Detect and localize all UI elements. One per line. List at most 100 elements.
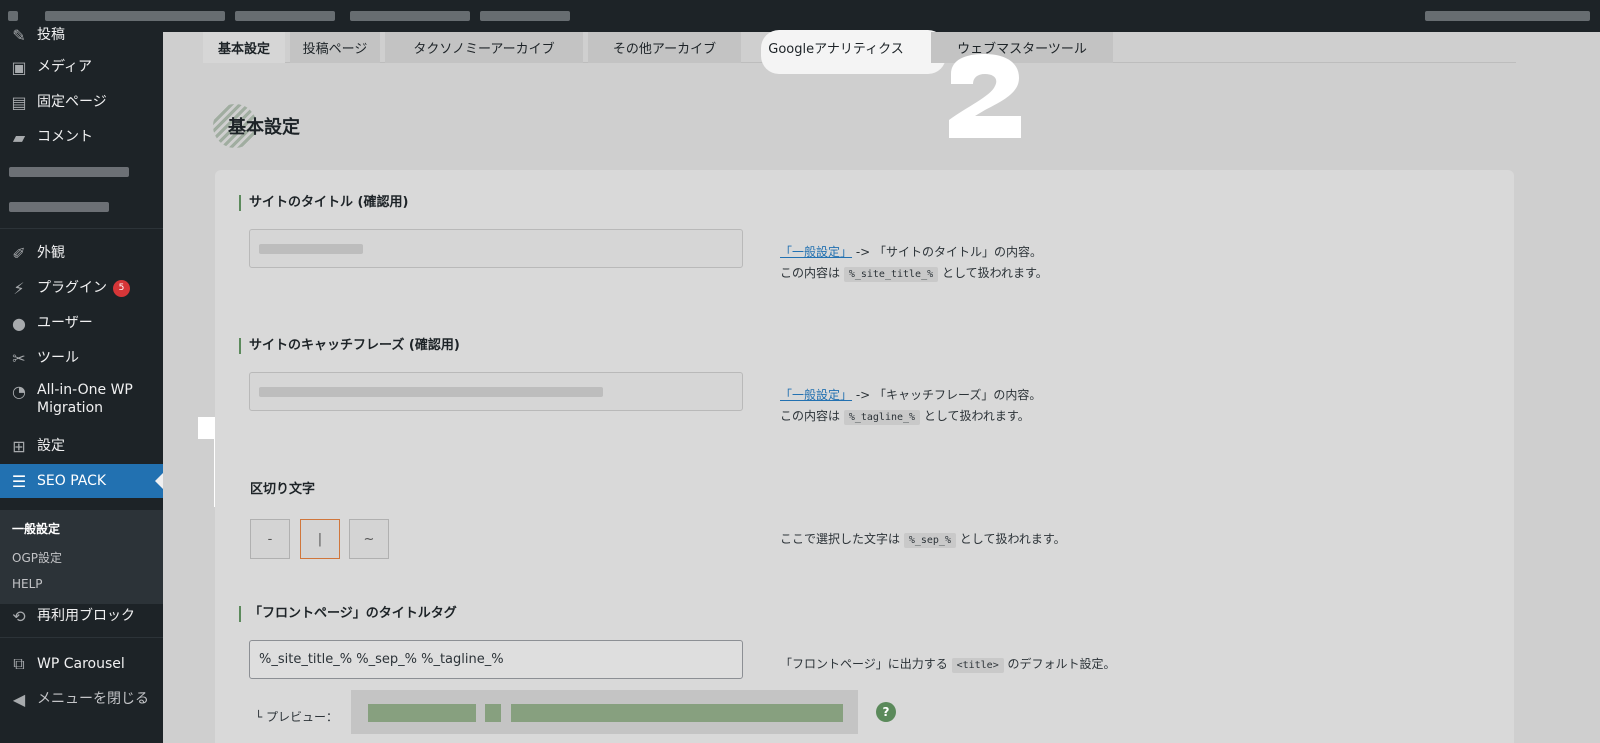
site-title-label: サイトのタイトル (確認用) <box>239 195 408 211</box>
sidebar-item-settings[interactable]: ⊞ 設定 <box>0 429 163 463</box>
adminbar-extra-link[interactable] <box>480 11 570 21</box>
active-indicator <box>155 473 163 489</box>
blurred-preview <box>485 704 501 722</box>
sidebar-item-label: All-in-One WP Migration <box>37 382 133 416</box>
sidebar-item-appearance[interactable]: ✐ 外観 <box>0 236 163 270</box>
submenu-general-settings[interactable]: 一般設定 <box>12 520 60 537</box>
sidebar-item-label: プラグイン <box>37 280 107 296</box>
sidebar-item-plugins[interactable]: ⚡ プラグイン 5 <box>0 271 163 305</box>
sidebar-item-label: 設定 <box>37 438 65 454</box>
sidebar-separator <box>0 228 163 229</box>
user-account-link[interactable] <box>1425 11 1590 21</box>
media-icon: ▣ <box>11 57 27 77</box>
tab-post-page[interactable]: 投稿ページ <box>290 32 380 63</box>
separator-option-dash[interactable]: - <box>250 519 290 559</box>
sidebar-item-migration[interactable]: ◔ All-in-One WP Migration <box>0 377 163 423</box>
tagline-description: 「一般設定」 -> 「キャッチフレーズ」の内容。 この内容は %_tagline… <box>780 385 1041 428</box>
sidebar-item-media[interactable]: ▣ メディア <box>0 50 163 84</box>
blurred-preview <box>368 704 476 722</box>
main-content: 基本設定 投稿ページ タクソノミーアーカイブ その他アーカイブ Googleアナ… <box>163 30 1600 743</box>
annotation-number-2 <box>949 54 1021 138</box>
desc-text: この内容は <box>780 266 844 280</box>
sidebar-item-label: ツール <box>37 350 79 366</box>
site-title-description: 「一般設定」 -> 「サイトのタイトル」の内容。 この内容は %_site_ti… <box>780 242 1048 285</box>
reuse-icon: ⟲ <box>12 606 26 626</box>
sidebar-item-users[interactable]: ● ユーザー <box>0 306 163 340</box>
sidebar-item-label: 外観 <box>37 245 65 261</box>
plugin-icon: ⚡ <box>13 278 25 298</box>
new-content-link[interactable] <box>350 11 470 21</box>
front-title-description: 「フロントページ」に出力する <title> のデフォルト設定。 <box>780 654 1116 676</box>
sidebar-item-label: WP Carousel <box>37 656 125 672</box>
submenu-ogp-settings[interactable]: OGP設定 <box>12 549 62 566</box>
migration-icon: ◔ <box>12 381 26 401</box>
wrench-icon: ✂ <box>12 348 26 368</box>
update-count-badge: 5 <box>113 279 130 297</box>
blurred-label <box>9 167 129 177</box>
desc-text: として扱われます。 <box>955 532 1066 546</box>
sidebar-separator <box>0 637 163 638</box>
section-title: 基本設定 <box>228 117 300 138</box>
collapse-icon: ◀ <box>12 689 26 709</box>
code-snippet: %_tagline_% <box>843 410 921 425</box>
sidebar-item-tools[interactable]: ✂ ツール <box>0 341 163 375</box>
tagline-label: サイトのキャッチフレーズ (確認用) <box>239 338 460 354</box>
blurred-preview <box>511 704 843 722</box>
sidebar-item-wp-carousel[interactable]: ⧉ WP Carousel <box>0 647 163 681</box>
separator-option-pipe[interactable]: | <box>300 519 340 559</box>
front-title-input[interactable]: %_site_title_% %_sep_% %_tagline_% <box>249 640 743 679</box>
desc-text: のデフォルト設定。 <box>1003 657 1116 671</box>
settings-icon: ⊞ <box>12 436 26 456</box>
tagline-input[interactable] <box>249 372 743 411</box>
page-icon: ▤ <box>11 92 27 112</box>
sidebar-item-label: コメント <box>37 129 93 145</box>
submenu-help[interactable]: HELP <box>12 577 43 591</box>
sidebar-item-blurred-1[interactable] <box>0 155 163 189</box>
list-icon: ☰ <box>11 471 27 491</box>
sidebar-item-pages[interactable]: ▤ 固定ページ <box>0 85 163 119</box>
sidebar-item-label: メニューを閉じる <box>37 691 149 707</box>
tab-taxonomy-archive[interactable]: タクソノミーアーカイブ <box>385 32 583 63</box>
site-title-input[interactable] <box>249 229 743 268</box>
sidebar-collapse-menu[interactable]: ◀ メニューを閉じる <box>0 682 163 716</box>
tab-google-analytics[interactable]: Googleアナリティクス <box>746 32 926 63</box>
separator-option-tilde[interactable]: ~ <box>349 519 389 559</box>
desc-text: 「フロントページ」に出力する <box>780 657 952 671</box>
admin-bar <box>0 0 1600 32</box>
sidebar-item-label: 固定ページ <box>37 94 107 110</box>
carousel-icon: ⧉ <box>13 654 25 673</box>
comment-icon: ▰ <box>12 127 26 147</box>
code-snippet: %_sep_% <box>903 533 956 548</box>
sidebar-item-comments[interactable]: ▰ コメント <box>0 120 163 154</box>
preview-label: └ プレビュー： <box>255 710 339 724</box>
sidebar-item-label: SEO PACK <box>37 473 107 489</box>
blurred-value <box>259 243 363 254</box>
sidebar-item-label: メディア <box>37 59 93 75</box>
sidebar-item-posts[interactable]: ✎ 投稿 <box>0 18 163 52</box>
sidebar-item-blurred-2[interactable] <box>0 190 163 224</box>
seo-pack-submenu: 一般設定 OGP設定 HELP <box>0 510 163 604</box>
code-snippet: %_site_title_% <box>843 267 939 282</box>
sidebar-item-seo-pack[interactable]: ☰ SEO PACK <box>0 464 163 498</box>
help-icon[interactable]: ? <box>876 702 896 722</box>
code-snippet: <title> <box>951 658 1004 673</box>
tab-basic-settings[interactable]: 基本設定 <box>203 32 285 63</box>
separator-label: 区切り文字 <box>250 482 316 497</box>
tab-other-archive[interactable]: その他アーカイブ <box>588 32 741 63</box>
updates-link[interactable] <box>235 11 335 21</box>
front-title-label: 「フロントページ」のタイトルタグ <box>239 606 457 622</box>
sidebar-item-label: 投稿 <box>37 27 65 43</box>
user-icon: ● <box>12 313 26 333</box>
general-settings-link[interactable]: 「一般設定」 <box>780 388 852 402</box>
sidebar-item-label: 再利用ブロック <box>37 608 135 624</box>
blurred-label <box>9 202 109 212</box>
separator-description: ここで選択した文字は %_sep_% として扱われます。 <box>780 529 1066 551</box>
settings-panel: サイトのタイトル (確認用) 「一般設定」 -> 「サイトのタイトル」の内容。 … <box>215 170 1514 743</box>
general-settings-link[interactable]: 「一般設定」 <box>780 245 852 259</box>
section-heading: 基本設定 <box>213 104 300 148</box>
title-preview-box <box>351 690 858 734</box>
sidebar-item-reusable-blocks[interactable]: ⟲ 再利用ブロック <box>0 599 163 633</box>
desc-text: ここで選択した文字は <box>780 532 904 546</box>
desc-text: として扱われます。 <box>920 409 1030 423</box>
blurred-value <box>259 386 603 397</box>
